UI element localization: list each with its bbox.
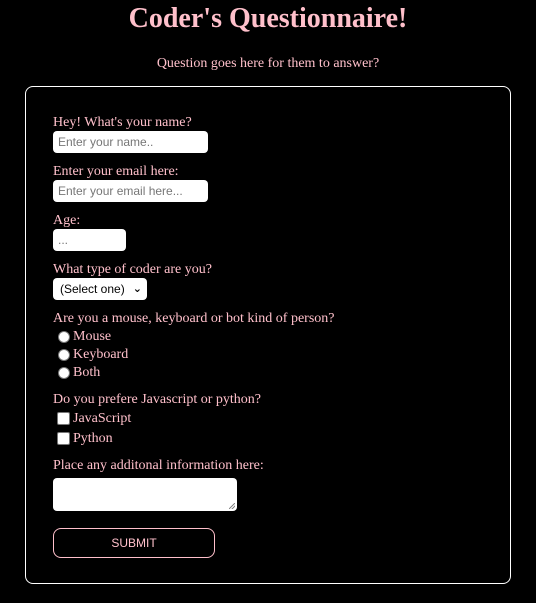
email-input[interactable] bbox=[53, 180, 208, 202]
checkbox[interactable] bbox=[57, 432, 70, 445]
coder-type-label: What type of coder are you? bbox=[53, 262, 212, 277]
radio-label-keyboard: Keyboard bbox=[73, 347, 129, 362]
language-label: Do you prefere Javascript or python? bbox=[53, 392, 261, 407]
radio-button[interactable] bbox=[58, 366, 70, 379]
radio-option-mouse[interactable]: Mouse bbox=[58, 328, 111, 345]
additional-info-textarea[interactable] bbox=[53, 478, 237, 511]
page-title: Coder's Questionnaire! bbox=[128, 3, 408, 34]
radio-label-both: Both bbox=[73, 365, 101, 380]
resize-grip-icon[interactable] bbox=[229, 503, 235, 509]
name-label: Hey! What's your name? bbox=[53, 115, 192, 130]
radio-option-both[interactable]: Both bbox=[58, 364, 100, 381]
additional-info-label: Place any additonal information here: bbox=[53, 458, 264, 473]
radio-option-keyboard[interactable]: Keyboard bbox=[58, 346, 128, 363]
radio-button[interactable] bbox=[58, 330, 70, 343]
coder-type-select[interactable]: (Select one) ⌄ bbox=[53, 278, 147, 300]
radio-button[interactable] bbox=[58, 348, 70, 361]
chevron-down-icon: ⌄ bbox=[132, 283, 142, 295]
age-input[interactable] bbox=[53, 229, 126, 251]
radio-label-mouse: Mouse bbox=[73, 329, 112, 344]
checkbox-option-python[interactable]: Python bbox=[57, 430, 113, 447]
submit-button[interactable]: SUBMIT bbox=[53, 528, 215, 558]
age-label: Age: bbox=[53, 213, 81, 228]
checkbox-label-python: Python bbox=[73, 431, 113, 446]
checkbox[interactable] bbox=[57, 412, 70, 425]
person-type-label: Are you a mouse, keyboard or bot kind of… bbox=[53, 311, 335, 326]
coder-type-selected: (Select one) bbox=[60, 282, 125, 296]
checkbox-option-javascript[interactable]: JavaScript bbox=[57, 410, 131, 427]
name-input[interactable] bbox=[53, 131, 208, 153]
checkbox-label-javascript: JavaScript bbox=[73, 411, 132, 426]
email-label: Enter your email here: bbox=[53, 164, 179, 179]
page-subtitle: Question goes here for them to answer? bbox=[156, 56, 380, 71]
